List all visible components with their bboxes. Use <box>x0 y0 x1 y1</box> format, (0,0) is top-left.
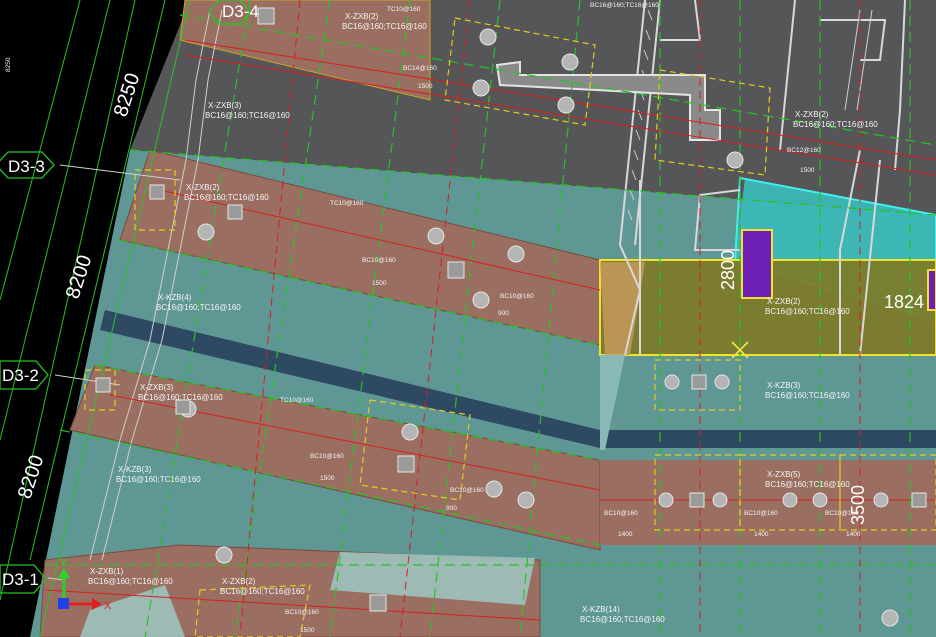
rebar-note: TC10@160 <box>280 397 314 404</box>
rebar-note: 8250 <box>5 57 12 72</box>
beam-label: X-KZB(3) <box>767 381 801 390</box>
rebar-note: BC10@160 <box>500 293 534 300</box>
rebar-note: 1400 <box>846 531 861 538</box>
rebar-note: BC10@160 <box>362 257 396 264</box>
dimension-1824: 1824 <box>884 292 924 312</box>
beam-label: BC16@160;TC16@160 <box>765 480 850 489</box>
drawing-canvas[interactable]: D3-4 D3-3 D3-2 D3-1 8250 8200 8200 2800 … <box>0 0 936 637</box>
rebar-note: 900 <box>446 505 457 512</box>
beam-label: X-ZXB(2) <box>767 297 801 306</box>
beam-label: X-ZXB(3) <box>208 101 242 110</box>
rebar-note: 1500 <box>800 167 815 174</box>
rebar-note: 1500 <box>372 280 387 287</box>
grid-axis-label: D3-4 <box>222 2 259 21</box>
rebar-note: 1400 <box>754 531 769 538</box>
rebar-note: BC10@160 <box>285 609 319 616</box>
beam-label: BC16@160;TC16@160 <box>765 391 850 400</box>
beam-label: X-ZXB(2) <box>795 110 829 119</box>
rebar-note: 1500 <box>320 475 335 482</box>
beam-label: X-ZXB(1) <box>90 567 124 576</box>
rebar-note: BC10@160 <box>604 510 638 517</box>
beam-label: BC16@160;TC16@160 <box>184 193 269 202</box>
ucs-y-label: Y <box>60 557 68 569</box>
beam-label: X-KZB(4) <box>158 293 192 302</box>
beam-label: BC16@160;TC16@160 <box>220 587 305 596</box>
rebar-note: BC10@160 <box>744 510 778 517</box>
beam-label: BC16@160;TC16@160 <box>156 303 241 312</box>
rebar-note: BC10@160 <box>825 510 859 517</box>
grid-axis-label: D3-3 <box>8 157 45 176</box>
beam-label: BC16@160;TC16@160 <box>138 393 223 402</box>
rebar-note: 1500 <box>300 627 315 634</box>
beam-label: X-ZXB(2) <box>345 12 379 21</box>
beam-label: BC16@160;TC16@160 <box>580 615 665 624</box>
rebar-note: 900 <box>498 310 509 317</box>
beam-label: BC16@160;TC16@160 <box>793 120 878 129</box>
beam-label: X-ZXB(2) <box>186 183 220 192</box>
rebar-note: 1400 <box>618 531 633 538</box>
beam-label: BC16@160;TC16@160 <box>88 577 173 586</box>
rebar-note: 1500 <box>418 83 433 90</box>
ucs-x-label: X <box>104 600 112 612</box>
beam-label: BC16@160;TC16@160 <box>116 475 201 484</box>
rebar-note: BC10@160 <box>310 453 344 460</box>
beam-label: X-ZXB(5) <box>767 470 801 479</box>
rebar-note: BC16@160;TC16@160 <box>590 2 659 9</box>
purple-block-right <box>927 269 936 311</box>
dimension-2800: 2800 <box>718 250 738 290</box>
rebar-note: BC10@160 <box>450 487 484 494</box>
beam-label: X-ZXB(3) <box>140 383 174 392</box>
rebar-note: TC10@160 <box>387 6 421 13</box>
beam-label: X-KZB(14) <box>582 605 620 614</box>
purple-block <box>741 229 773 299</box>
beam-label: BC16@160;TC16@160 <box>765 307 850 316</box>
beam-label: X-KZB(3) <box>118 465 152 474</box>
grid-axis-label: D3-1 <box>2 570 39 589</box>
beam-label: BC16@160;TC16@160 <box>205 111 290 120</box>
cad-viewport[interactable]: D3-4 D3-3 D3-2 D3-1 8250 8200 8200 2800 … <box>0 0 936 637</box>
rebar-note: TC10@160 <box>330 200 364 207</box>
beam-label: X-ZXB(2) <box>222 577 256 586</box>
rebar-note: BC14@160 <box>403 65 437 72</box>
dimension-3500: 3500 <box>848 485 868 525</box>
rebar-note: BC12@160 <box>787 147 821 154</box>
beam-label: BC16@160;TC16@160 <box>342 22 427 31</box>
grid-axis-label: D3-2 <box>2 366 39 385</box>
